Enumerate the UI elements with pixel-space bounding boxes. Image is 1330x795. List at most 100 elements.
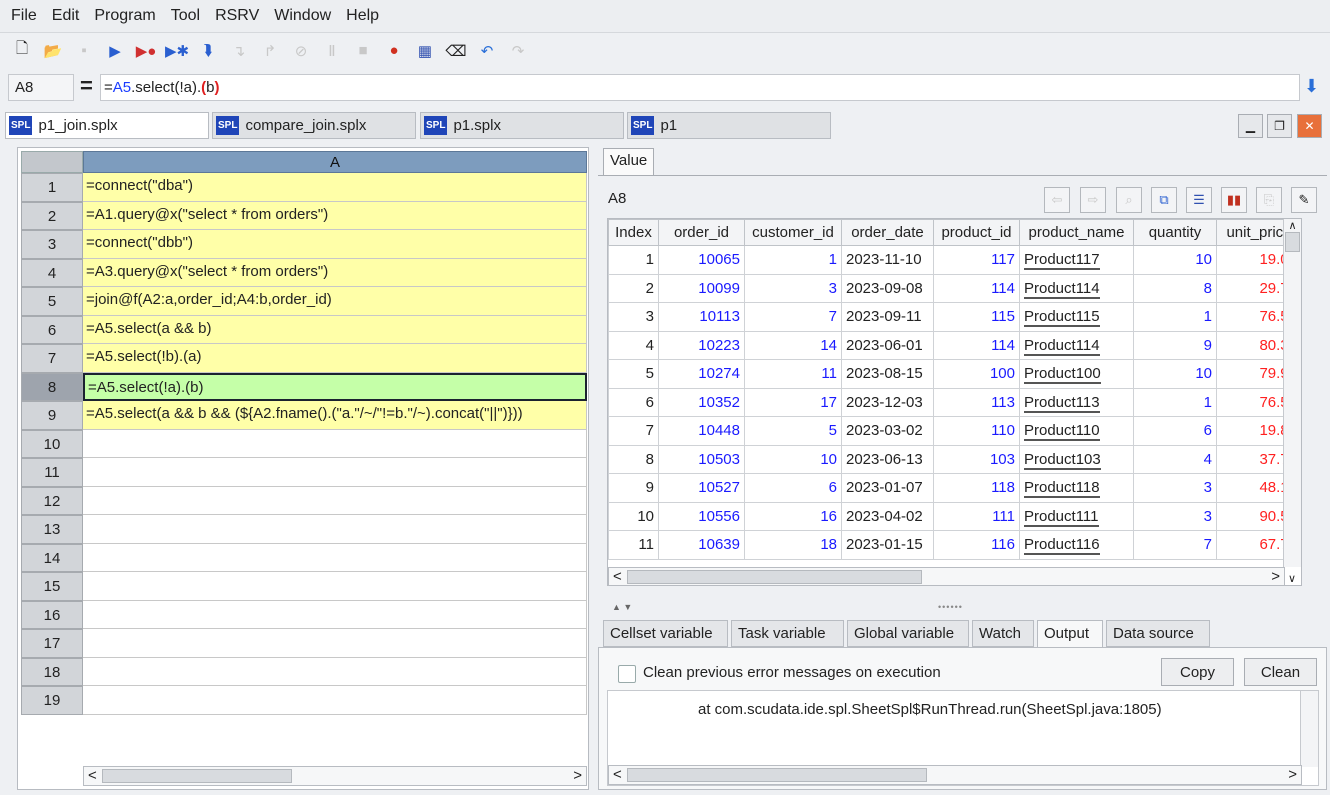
cell-a3[interactable]: =connect("dbb"): [83, 230, 587, 259]
table-row[interactable]: 10 10556 16 2023-04-02 111 Product111 3 90.55: [608, 501, 1301, 531]
product-link[interactable]: Product114: [1024, 336, 1100, 356]
row-header[interactable]: 8: [21, 372, 83, 401]
product-link[interactable]: Product110: [1024, 422, 1100, 442]
collapse-arrows-icon[interactable]: ▲ ▼: [612, 602, 632, 612]
cell-a13[interactable]: [83, 515, 587, 544]
table-row[interactable]: 8 10503 10 2023-06-13 103 Product103 4 37.79: [608, 444, 1301, 474]
table-row[interactable]: 2 10099 3 2023-09-08 114 Product114 8 29.75: [608, 273, 1301, 303]
run-to-cursor-icon[interactable]: ⮯: [198, 41, 218, 61]
row-header[interactable]: 2: [21, 201, 83, 230]
menu-rsrv[interactable]: RSRV: [215, 7, 259, 25]
stop-icon[interactable]: ■: [353, 41, 373, 61]
table-row[interactable]: 11 10639 18 2023-01-15 116 Product116 7 67.73: [608, 530, 1301, 560]
cell-a14[interactable]: [83, 543, 587, 572]
table-row[interactable]: 6 10352 17 2023-12-03 113 Product113 1 76.53: [608, 387, 1301, 417]
product-link[interactable]: Product100: [1024, 365, 1101, 385]
forward-icon[interactable]: ⇨: [1080, 187, 1106, 213]
row-header[interactable]: 15: [21, 572, 83, 601]
column-header[interactable]: order_date: [841, 219, 934, 246]
run-icon[interactable]: ▶: [105, 41, 125, 61]
pin-icon[interactable]: ✎: [1291, 187, 1317, 213]
copy-icon[interactable]: ⧉: [1151, 187, 1177, 213]
step-into-icon[interactable]: ↴: [229, 41, 249, 61]
column-header[interactable]: customer_id: [744, 219, 842, 246]
menu-file[interactable]: File: [11, 7, 37, 25]
product-link[interactable]: Product115: [1024, 308, 1100, 328]
product-link[interactable]: Product103: [1024, 450, 1101, 470]
row-header[interactable]: 12: [21, 486, 83, 515]
row-header[interactable]: 19: [21, 686, 83, 715]
output-vscrollbar[interactable]: [1300, 691, 1318, 767]
redo-icon[interactable]: ↷: [508, 41, 528, 61]
copy-button[interactable]: Copy: [1161, 658, 1234, 686]
menu-tool[interactable]: Tool: [171, 7, 200, 25]
cell-a10[interactable]: [83, 429, 587, 458]
column-header[interactable]: Index: [608, 219, 659, 246]
new-file-icon[interactable]: 🗋: [12, 40, 32, 61]
scroll-thumb[interactable]: [102, 769, 292, 783]
save-icon[interactable]: ▪: [74, 41, 94, 61]
cell-a17[interactable]: [83, 629, 587, 658]
output-text-area[interactable]: at com.scudata.ide.spl.SheetSpl$RunThrea…: [607, 690, 1319, 786]
tab-p1[interactable]: SPL p1: [627, 112, 831, 139]
cell-a12[interactable]: [83, 486, 587, 515]
pause-icon[interactable]: Ⅱ: [322, 41, 342, 61]
table-hscrollbar[interactable]: < >: [608, 567, 1285, 585]
menu-program[interactable]: Program: [94, 7, 155, 25]
row-header[interactable]: 11: [21, 458, 83, 487]
table-row[interactable]: 3 10113 7 2023-09-11 115 Product115 1 76.57: [608, 302, 1301, 332]
debug-run-icon[interactable]: ▶●: [136, 41, 157, 61]
grid-hscrollbar[interactable]: < >: [83, 766, 587, 786]
minimize-button[interactable]: ▁: [1238, 114, 1263, 138]
row-header[interactable]: 4: [21, 258, 83, 287]
menu-help[interactable]: Help: [346, 7, 379, 25]
step-icon[interactable]: ▶✱: [165, 41, 189, 61]
row-header[interactable]: 1: [21, 173, 83, 202]
cell-a5[interactable]: =join@f(A2:a,order_id;A4:b,order_id): [83, 287, 587, 316]
row-header[interactable]: 7: [21, 344, 83, 373]
column-header-a[interactable]: A: [83, 151, 587, 173]
menu-window[interactable]: Window: [274, 7, 331, 25]
expand-down-icon[interactable]: ⬇: [1304, 76, 1319, 97]
table-row[interactable]: 9 10527 6 2023-01-07 118 Product118 3 48.16: [608, 473, 1301, 503]
export-icon[interactable]: ⎘: [1256, 187, 1282, 213]
row-header[interactable]: 16: [21, 600, 83, 629]
cell-a7[interactable]: =A5.select(!b).(a): [83, 344, 587, 373]
clean-errors-checkbox[interactable]: [618, 665, 636, 683]
table-row[interactable]: 7 10448 5 2023-03-02 110 Product110 6 19.85: [608, 416, 1301, 446]
undo-icon[interactable]: ↶: [477, 41, 497, 61]
product-link[interactable]: Product116: [1024, 536, 1100, 556]
scroll-left-icon[interactable]: <: [88, 767, 97, 784]
product-link[interactable]: Product113: [1024, 393, 1100, 413]
tab-value[interactable]: Value: [603, 148, 655, 176]
cell-a18[interactable]: [83, 657, 587, 686]
table-row[interactable]: 4 10223 14 2023-06-01 114 Product114 9 80.38: [608, 330, 1301, 360]
back-icon[interactable]: ⇦: [1044, 187, 1070, 213]
row-header[interactable]: 18: [21, 657, 83, 686]
close-button[interactable]: ✕: [1297, 114, 1322, 138]
clean-button[interactable]: Clean: [1244, 658, 1317, 686]
cell-a19[interactable]: [83, 686, 587, 715]
tab-cellset-variable[interactable]: Cellset variable: [603, 620, 728, 647]
column-header[interactable]: order_id: [658, 219, 745, 246]
tab-global-variable[interactable]: Global variable: [847, 620, 969, 647]
scroll-right-icon[interactable]: >: [573, 767, 582, 784]
breakpoint-icon[interactable]: ●: [384, 41, 404, 61]
tab-data-source[interactable]: Data source: [1106, 620, 1210, 647]
scroll-thumb[interactable]: [627, 768, 927, 782]
tab-compare-join[interactable]: SPL compare_join.splx: [212, 112, 416, 139]
product-link[interactable]: Product117: [1024, 251, 1100, 271]
scroll-thumb[interactable]: [627, 570, 922, 584]
column-header[interactable]: product_id: [933, 219, 1020, 246]
eraser-icon[interactable]: ⌫: [445, 41, 466, 61]
restore-button[interactable]: ❐: [1267, 114, 1292, 138]
column-header[interactable]: quantity: [1133, 219, 1217, 246]
find-icon[interactable]: ⌕: [1116, 187, 1142, 213]
cell-a4[interactable]: =A3.query@x("select * from orders"): [83, 258, 587, 287]
row-header[interactable]: 5: [21, 287, 83, 316]
row-header[interactable]: 10: [21, 429, 83, 458]
cell-a11[interactable]: [83, 458, 587, 487]
cellset-grid[interactable]: A 1 =connect("dba") 2 =A1.query@x("select *…: [17, 147, 589, 790]
step-out-icon[interactable]: ↱: [260, 41, 280, 61]
cell-a2[interactable]: =A1.query@x("select * from orders"): [83, 201, 587, 230]
